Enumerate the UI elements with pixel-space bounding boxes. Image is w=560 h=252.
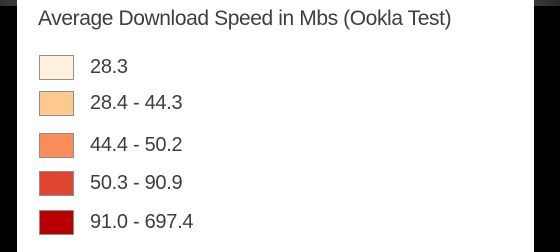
legend-panel: Average Download Speed in Mbs (Ookla Tes… [17,0,534,252]
legend-item-50-3-90-9: 50.3 - 90.9 [39,168,183,198]
legend-item-label: 28.3 [90,55,128,78]
legend-item-label: 28.4 - 44.3 [90,91,183,114]
legend-item-label: 91.0 - 697.4 [90,210,194,233]
legend-swatch [39,132,74,158]
legend-item-44-4-50-2: 44.4 - 50.2 [39,130,183,160]
legend-swatch [39,170,74,196]
legend-item-label: 44.4 - 50.2 [90,133,183,156]
legend-swatch [39,209,74,235]
legend-item-91-0-697-4: 91.0 - 697.4 [39,207,193,237]
legend-item-28-3: 28.3 [39,52,128,82]
legend-swatch [39,90,74,116]
legend-swatch [39,54,74,80]
screen: Average Download Speed in Mbs (Ookla Tes… [0,0,560,252]
legend-item-28-4-44-3: 28.4 - 44.3 [39,88,183,118]
legend-title: Average Download Speed in Mbs (Ookla Tes… [38,7,452,30]
legend-item-label: 50.3 - 90.9 [90,171,183,194]
